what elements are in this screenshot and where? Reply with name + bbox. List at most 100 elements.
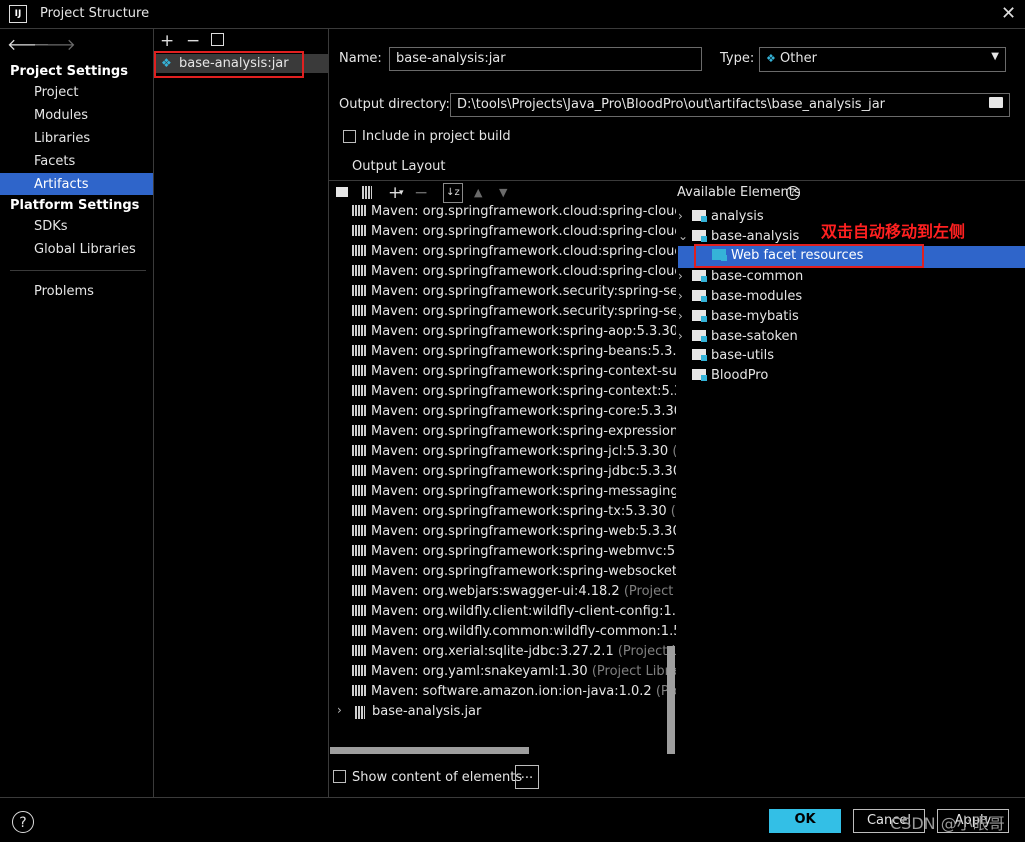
horizontal-scrollbar[interactable] <box>330 747 529 754</box>
library-icon <box>352 505 366 516</box>
remove-element-icon[interactable]: − <box>414 183 428 203</box>
sidebar-item-modules[interactable]: Modules <box>34 108 88 123</box>
type-select[interactable]: ❖ Other ▼ <box>759 47 1006 72</box>
module-folder-icon <box>692 210 707 222</box>
layout-row[interactable]: Maven: org.springframework:spring-beans:… <box>352 342 676 362</box>
dropdown-arrow-icon[interactable]: ▾ <box>399 188 404 198</box>
layout-row[interactable]: Maven: org.springframework:spring-contex… <box>352 382 676 402</box>
layout-row[interactable]: Maven: org.yaml:snakeyaml:1.30 (Project … <box>352 662 676 682</box>
layout-jar-row[interactable]: base-analysis.jar <box>372 704 481 719</box>
chevron-right-icon[interactable]: › <box>678 206 692 226</box>
output-directory-input[interactable]: D:\tools\Projects\Java_Pro\BloodPro\out\… <box>450 93 1010 117</box>
layout-row-text: Maven: org.springframework.cloud:spring-… <box>371 264 676 279</box>
layout-row-text: Maven: org.springframework.security:spri… <box>371 284 676 299</box>
layout-row[interactable]: Maven: org.wildfly.client:wildfly-client… <box>352 602 676 622</box>
layout-row-text: Maven: org.springframework:spring-messag… <box>371 484 676 499</box>
layout-row[interactable]: Maven: software.amazon.ion:ion-java:1.0.… <box>352 682 676 702</box>
sidebar-item-libraries[interactable]: Libraries <box>34 131 90 146</box>
layout-row[interactable]: Maven: org.springframework:spring-expres… <box>352 422 676 442</box>
sidebar-item-global-libraries[interactable]: Global Libraries <box>34 242 136 257</box>
sidebar-item-sdks[interactable]: SDKs <box>34 219 68 234</box>
chevron-down-icon[interactable]: ⌄ <box>678 226 692 246</box>
help-button[interactable]: ? <box>12 811 34 833</box>
vertical-scrollbar[interactable] <box>667 646 675 754</box>
chevron-right-icon[interactable]: › <box>678 286 692 306</box>
window-title: Project Structure <box>40 6 150 21</box>
module-folder-icon <box>692 230 707 242</box>
available-item[interactable]: › base-satoken <box>678 326 798 346</box>
more-button[interactable]: ... <box>515 765 539 789</box>
library-icon <box>352 205 366 216</box>
add-icon[interactable]: + <box>160 31 174 51</box>
copy-icon[interactable] <box>211 33 224 46</box>
project-settings-heading: Project Settings <box>10 64 128 79</box>
move-down-icon[interactable]: ▼ <box>499 186 507 199</box>
layout-row[interactable]: Maven: org.springframework:spring-messag… <box>352 482 676 502</box>
chevron-right-icon[interactable]: › <box>678 326 692 346</box>
available-item[interactable]: › base-common <box>678 266 803 286</box>
layout-row[interactable]: Maven: org.springframework.cloud:spring-… <box>352 242 676 262</box>
chevron-right-icon[interactable]: › <box>678 266 692 286</box>
module-folder-icon <box>692 349 707 361</box>
layout-row[interactable]: Maven: org.xerial:sqlite-jdbc:3.27.2.1 (… <box>352 642 676 662</box>
library-icon <box>352 625 366 636</box>
folder-browse-icon[interactable] <box>989 97 1003 108</box>
close-icon[interactable]: ✕ <box>1001 3 1016 24</box>
available-elements-title: Available Elements <box>677 185 801 200</box>
layout-row-text: Maven: software.amazon.ion:ion-java:1.0.… <box>371 684 652 699</box>
layout-row-text: Maven: org.springframework:spring-expres… <box>371 424 676 439</box>
available-item[interactable]: ⌄ base-analysis <box>678 226 799 246</box>
show-content-label: Show content of elements <box>352 770 523 785</box>
available-item[interactable]: base-utils <box>678 346 774 366</box>
ok-button[interactable]: OK <box>769 809 841 833</box>
sidebar-item-problems[interactable]: Problems <box>34 284 94 299</box>
new-directory-icon[interactable] <box>336 187 348 197</box>
include-build-checkbox[interactable] <box>343 130 356 143</box>
layout-row[interactable]: Maven: org.springframework.cloud:spring-… <box>352 222 676 242</box>
layout-row[interactable]: Maven: org.springframework:spring-core:5… <box>352 402 676 422</box>
annotation-text: 双击自动移动到左侧 <box>821 222 966 241</box>
chevron-right-icon[interactable]: › <box>678 306 692 326</box>
layout-row[interactable]: Maven: org.springframework:spring-webmvc… <box>352 542 676 562</box>
layout-row[interactable]: Maven: org.springframework:spring-jcl:5.… <box>352 442 676 462</box>
layout-row-suffix: (Project Librar <box>623 584 676 599</box>
layout-row[interactable]: Maven: org.wildfly.common:wildfly-common… <box>352 622 676 642</box>
sidebar-item-facets[interactable]: Facets <box>34 154 75 169</box>
move-up-icon[interactable]: ▲ <box>474 186 482 199</box>
layout-row[interactable]: Maven: org.springframework:spring-jdbc:5… <box>352 462 676 482</box>
library-icon <box>352 525 366 536</box>
chevron-right-icon[interactable]: › <box>337 703 342 717</box>
layout-row[interactable]: Maven: org.springframework:spring-contex… <box>352 362 676 382</box>
layout-row-suffix: (Projec <box>668 444 676 459</box>
available-item[interactable]: › base-mybatis <box>678 306 799 326</box>
remove-icon[interactable]: − <box>186 31 200 51</box>
show-content-checkbox[interactable] <box>333 770 346 783</box>
title-bar: IJ Project Structure ✕ <box>0 0 1025 28</box>
layout-row[interactable]: Maven: org.springframework:spring-websoc… <box>352 562 676 582</box>
layout-row[interactable]: Maven: org.springframework:spring-tx:5.3… <box>352 502 676 522</box>
tab-output-layout[interactable]: Output Layout <box>352 159 445 174</box>
watermark: CSDN @小眼哥 <box>890 814 1005 833</box>
layout-row[interactable]: Maven: org.springframework.cloud:spring-… <box>352 262 676 282</box>
layout-row[interactable]: Maven: org.springframework:spring-aop:5.… <box>352 322 676 342</box>
divider <box>328 28 329 797</box>
layout-row[interactable]: Maven: org.webjars:swagger-ui:4.18.2 (Pr… <box>352 582 676 602</box>
layout-row[interactable]: Maven: org.springframework.security:spri… <box>352 302 676 322</box>
name-input[interactable]: base-analysis:jar <box>389 47 702 71</box>
layout-row-text: Maven: org.springframework:spring-webmvc… <box>371 544 676 559</box>
add-library-icon[interactable] <box>362 186 372 199</box>
available-item[interactable]: BloodPro <box>678 366 768 386</box>
layout-row[interactable]: Maven: org.springframework.security:spri… <box>352 282 676 302</box>
sidebar-item-artifacts[interactable]: Artifacts <box>34 177 89 192</box>
available-item[interactable]: › base-modules <box>678 286 802 306</box>
library-icon <box>352 485 366 496</box>
layout-row[interactable]: Maven: org.springframework.cloud:spring-… <box>352 202 676 222</box>
forward-arrow-icon[interactable]: 🡒 <box>33 34 76 54</box>
help-icon[interactable]: ? <box>786 186 800 200</box>
sort-icon[interactable]: ↓z <box>443 183 463 203</box>
layout-row[interactable]: Maven: org.springframework:spring-web:5.… <box>352 522 676 542</box>
library-icon <box>352 305 366 316</box>
available-item[interactable]: › analysis <box>678 206 764 226</box>
sidebar-item-project[interactable]: Project <box>34 85 78 100</box>
type-select-value: Other <box>780 51 817 66</box>
